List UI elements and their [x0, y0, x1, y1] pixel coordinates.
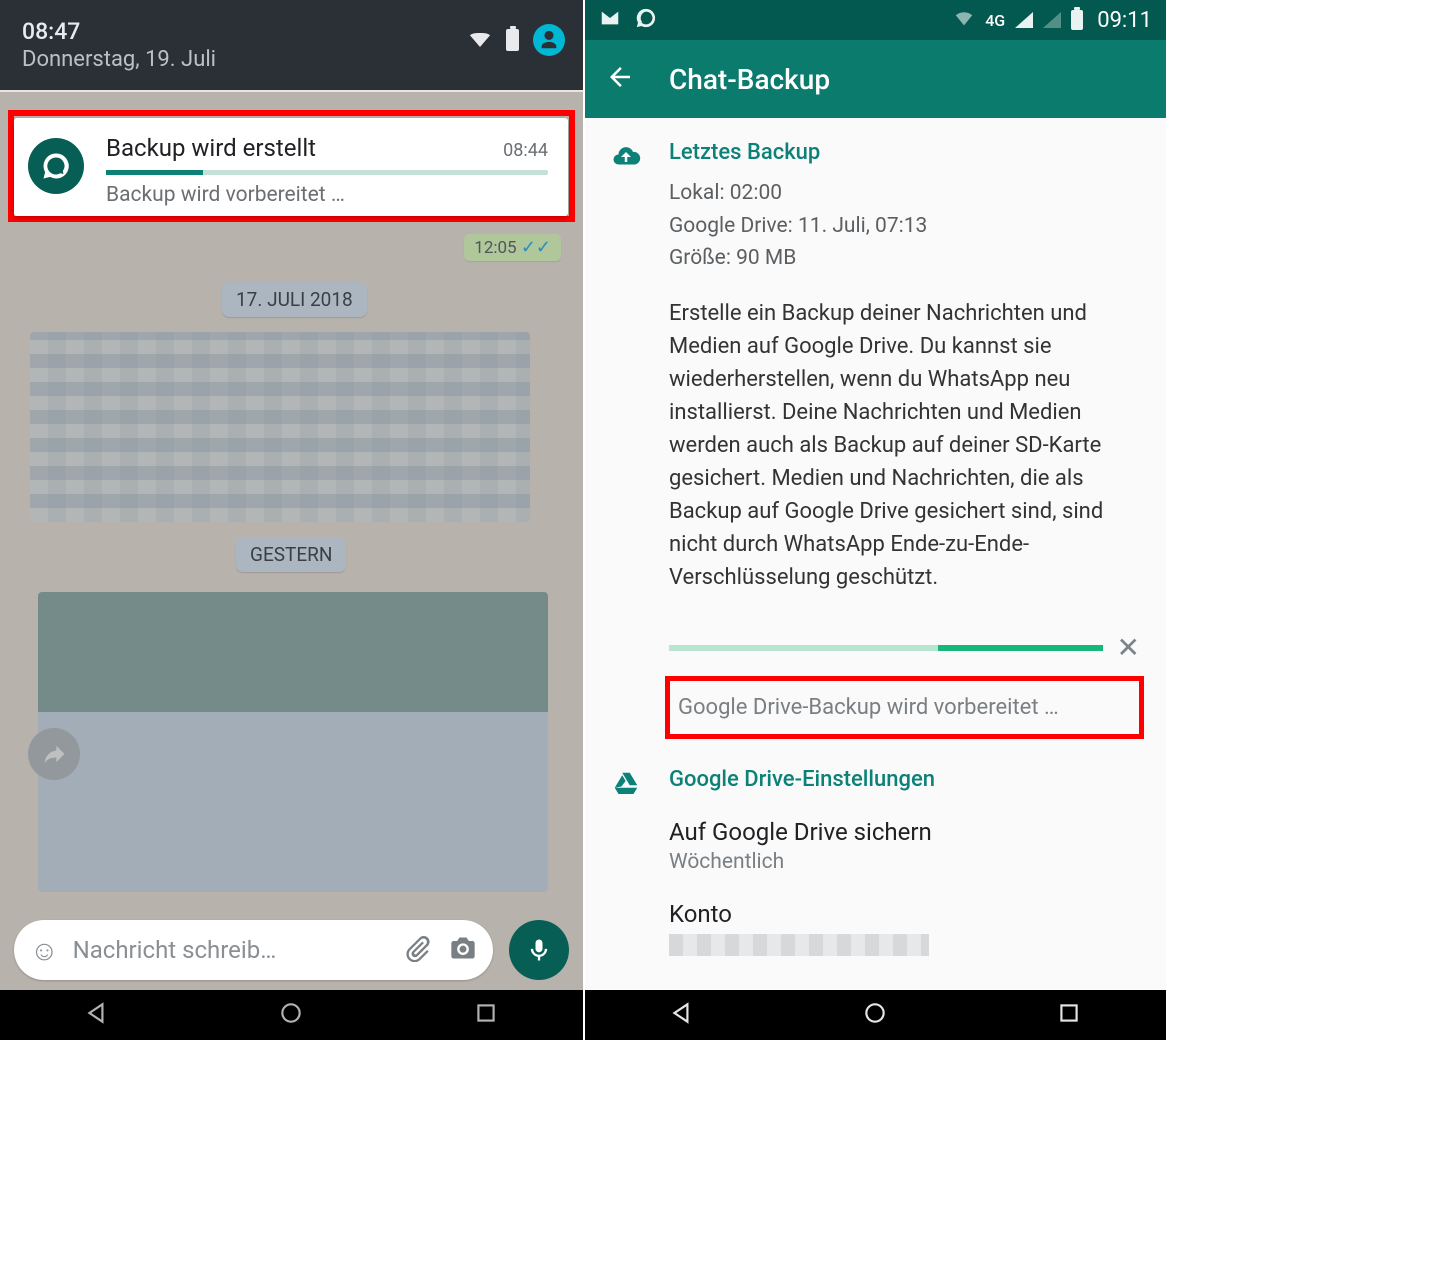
gdrive-progressbar — [669, 645, 1103, 651]
section-last-backup: Letztes Backup Lokal: 02:00 Google Drive… — [611, 140, 1140, 739]
statusbar-time: 09:11 — [1097, 8, 1152, 33]
backup-size: Größe: 90 MB — [669, 242, 1140, 275]
screen-backup-settings: 4G 09:11 Chat-Backup Letztes Backup Loka… — [583, 0, 1166, 1040]
screen-chat: 08:47 Donnerstag, 19. Juli 12:05 ✓✓ 17. … — [0, 0, 583, 1040]
chat-background: 12:05 ✓✓ 17. JULI 2018 GESTERN — [0, 92, 583, 1040]
gdrive-progress-status: Google Drive-Backup wird vorbereitet … — [678, 695, 1059, 720]
mail-icon — [599, 7, 621, 34]
signal-icon-dim — [1043, 12, 1061, 28]
battery-icon — [1071, 10, 1083, 30]
android-statusbar: 4G 09:11 — [585, 0, 1166, 40]
cloud-upload-icon — [611, 140, 643, 739]
notification-time: 08:44 — [503, 140, 548, 161]
emoji-icon[interactable]: ☺ — [30, 934, 59, 967]
section-gdrive-settings: Google Drive-Einstellungen Auf Google Dr… — [611, 767, 1140, 956]
message-input[interactable]: ☺ Nachricht schreib… — [14, 920, 493, 980]
backup-description: Erstelle ein Backup deiner Nachrichten u… — [669, 297, 1140, 594]
cancel-backup-button[interactable]: ✕ — [1117, 634, 1140, 662]
google-drive-icon — [611, 767, 643, 956]
profile-avatar-icon[interactable] — [533, 24, 565, 56]
camera-icon[interactable] — [449, 934, 477, 966]
whatsapp-icon — [28, 138, 84, 194]
backup-gdrive-time: Google Drive: 11. Juli, 07:13 — [669, 210, 1140, 243]
appbar: Chat-Backup — [585, 40, 1166, 118]
wifi-icon — [953, 7, 975, 34]
signal-icon — [1015, 12, 1033, 28]
whatsapp-status-icon — [635, 7, 657, 34]
setting-backup-frequency[interactable]: Auf Google Drive sichern Wöchentlich — [669, 818, 1140, 874]
message-placeholder: Nachricht schreib… — [73, 936, 385, 964]
notification-progressbar — [106, 170, 548, 175]
setting-account[interactable]: Konto — [669, 900, 1140, 956]
redacted-account — [669, 934, 929, 956]
appbar-title: Chat-Backup — [669, 63, 830, 96]
notification-shade-header: 08:47 Donnerstag, 19. Juli — [0, 0, 583, 90]
nav-back-icon[interactable] — [669, 1000, 695, 1030]
wifi-icon — [468, 33, 492, 47]
android-navbar — [585, 990, 1166, 1040]
section-title: Google Drive-Einstellungen — [669, 767, 1140, 792]
network-type: 4G — [985, 11, 1005, 30]
nav-home-icon[interactable] — [862, 1000, 888, 1030]
attachment-icon[interactable] — [403, 934, 431, 966]
section-title: Letztes Backup — [669, 140, 1140, 165]
notification-subtitle: Backup wird vorbereitet … — [106, 183, 548, 207]
notification-title: Backup wird erstellt — [106, 134, 316, 162]
backup-notification[interactable]: Backup wird erstellt 08:44 Backup wird v… — [14, 118, 568, 216]
annotation-highlight: Google Drive-Backup wird vorbereitet … — [665, 676, 1144, 739]
nav-recent-icon[interactable] — [1056, 1000, 1082, 1030]
voice-record-button[interactable] — [509, 920, 569, 980]
backup-local-time: Lokal: 02:00 — [669, 177, 1140, 210]
battery-icon — [506, 29, 519, 51]
dim-overlay — [0, 92, 583, 1040]
back-button[interactable] — [605, 62, 635, 96]
